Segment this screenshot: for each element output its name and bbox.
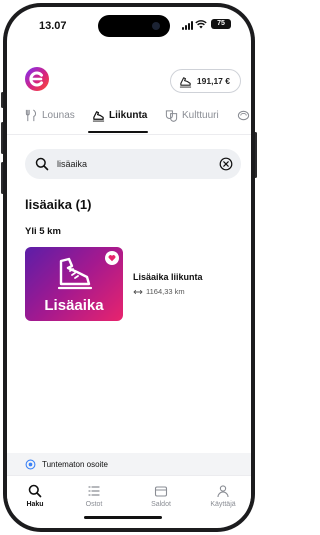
tab-label: Liikunta xyxy=(109,110,148,121)
results-title: lisäaika (1) xyxy=(25,197,92,212)
location-label: Tuntematon osoite xyxy=(42,459,108,469)
search-bar[interactable] xyxy=(25,149,241,179)
nav-ostot[interactable]: Ostot xyxy=(72,484,116,508)
nav-label: Haku xyxy=(26,501,44,508)
result-card-image[interactable]: Lisäaika xyxy=(25,247,123,321)
result-name[interactable]: Lisäaika liikunta xyxy=(133,272,203,282)
card-image-brand: Lisäaika xyxy=(44,297,104,314)
nav-label: Saldot xyxy=(151,501,171,508)
theater-masks-icon xyxy=(165,110,178,122)
distance-value: 1164,33 km xyxy=(146,287,185,296)
status-time: 13.07 xyxy=(39,20,67,32)
app-screen: 13.07 75 191,17 € Lounas Liikunta Kulttu… xyxy=(7,7,251,528)
home-indicator xyxy=(84,516,162,519)
user-icon xyxy=(217,485,229,498)
list-icon xyxy=(88,486,100,496)
phone-frame: 13.07 75 191,17 € Lounas Liikunta Kulttu… xyxy=(3,3,255,532)
distance-arrow-icon xyxy=(133,289,143,294)
active-tab-indicator xyxy=(88,131,148,133)
location-target-icon xyxy=(25,459,36,469)
tab-liikunta[interactable]: Liikunta xyxy=(92,109,147,122)
app-logo-icon xyxy=(25,67,49,91)
balance-button[interactable]: 191,17 € xyxy=(169,69,241,93)
distance-section-title: Yli 5 km xyxy=(25,226,61,237)
tab-label: Lounas xyxy=(42,110,75,121)
cup-icon xyxy=(237,110,250,121)
dynamic-island xyxy=(98,15,170,37)
wallet-icon xyxy=(154,486,168,497)
result-distance: 1164,33 km xyxy=(133,287,185,296)
search-icon xyxy=(28,484,42,498)
balance-amount: 191,17 € xyxy=(196,76,230,86)
status-bar: 13.07 75 xyxy=(7,7,251,45)
bottom-navigation: Haku Ostot Saldot Käyttäjä xyxy=(7,475,251,515)
nav-label: Ostot xyxy=(85,501,103,508)
battery-icon: 75 xyxy=(211,19,231,29)
tabs-divider xyxy=(7,134,251,135)
running-shoe-icon xyxy=(92,111,105,122)
category-tabs: Lounas Liikunta Kulttuuri xyxy=(7,109,251,135)
nav-label: Käyttäjä xyxy=(210,501,236,508)
running-shoe-icon xyxy=(57,257,93,290)
cellular-signal-icon xyxy=(182,21,193,30)
favorite-button[interactable] xyxy=(105,251,119,265)
tab-more[interactable] xyxy=(237,109,250,122)
search-input[interactable] xyxy=(57,159,219,169)
running-shoe-icon xyxy=(179,76,191,88)
location-bar[interactable]: Tuntematon osoite xyxy=(7,453,251,475)
nav-saldot[interactable]: Saldot xyxy=(139,484,183,508)
heart-icon xyxy=(108,255,116,262)
tab-lounas[interactable]: Lounas xyxy=(25,109,75,122)
tab-label: Kulttuuri xyxy=(182,110,219,121)
search-icon xyxy=(35,157,49,171)
nav-kayttaja[interactable]: Käyttäjä xyxy=(201,484,245,508)
nav-haku[interactable]: Haku xyxy=(13,484,57,508)
clear-search-icon[interactable] xyxy=(219,157,233,171)
tab-kulttuuri[interactable]: Kulttuuri xyxy=(165,109,219,122)
fork-knife-icon xyxy=(25,109,37,122)
wifi-icon xyxy=(195,20,207,29)
